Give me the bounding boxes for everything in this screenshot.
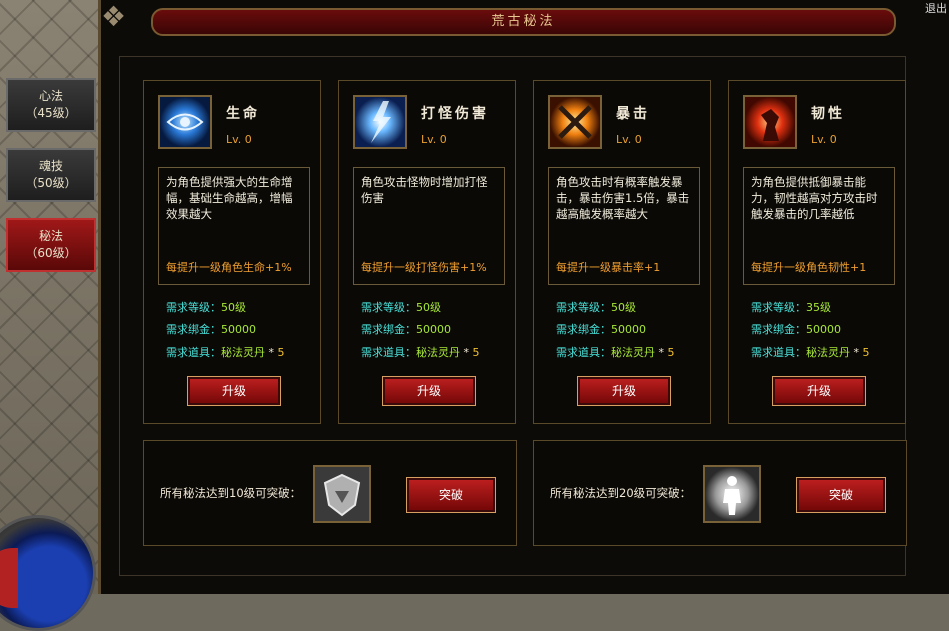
skill-card-toughness: 韧性 Lv. 0 为角色提供抵御暴击能力，韧性越高对方攻击时触发暴击的几率越低 … <box>728 80 906 424</box>
skill-card-crit: 暴击 Lv. 0 角色攻击时有概率触发暴击，暴击伤害1.5倍，暴击越高触发概率越… <box>533 80 711 424</box>
crossed-axes-icon <box>548 95 602 149</box>
req-item: 需求道具：秘法灵丹 * 5 <box>751 346 870 359</box>
req-level: 需求等级：50级 <box>361 301 441 314</box>
req-gold: 需求绑金：50000 <box>751 323 841 336</box>
req-gold: 需求绑金：50000 <box>361 323 451 336</box>
flame-warrior-icon <box>743 95 797 149</box>
skill-description-box: 角色攻击怪物时增加打怪伤害 每提升一级打怪伤害+1% <box>353 167 505 285</box>
tab-label: 魂技 <box>38 159 63 173</box>
upgrade-button[interactable]: 升级 <box>577 376 671 406</box>
mifa-window: ❖ 荒古秘法 退出 生命 Lv. 0 为角色提供强大的生命增幅，基础生命越高，增… <box>98 0 949 594</box>
skill-name: 暴击 <box>616 106 650 122</box>
tab-level: （60级） <box>25 246 77 260</box>
req-item: 需求道具：秘法灵丹 * 5 <box>166 346 285 359</box>
glowing-figure-icon <box>703 465 761 523</box>
close-button[interactable]: 退出 <box>907 0 947 18</box>
breakthrough-button[interactable]: 突破 <box>406 477 496 513</box>
breakthrough-button[interactable]: 突破 <box>796 477 886 513</box>
skill-increment: 每提升一级打怪伤害+1% <box>361 261 487 274</box>
tab-xinfa[interactable]: 心法 （45级） <box>6 78 96 132</box>
skill-description: 为角色提供强大的生命增幅，基础生命越高，增幅效果越大 <box>166 175 293 221</box>
breakthrough-panel-20: 所有秘法达到20级可突破： 突破 <box>533 440 907 546</box>
skill-name: 韧性 <box>811 106 845 122</box>
skill-name: 生命 <box>226 106 260 122</box>
skill-level: Lv. 0 <box>421 133 447 146</box>
upgrade-button[interactable]: 升级 <box>187 376 281 406</box>
upgrade-button[interactable]: 升级 <box>382 376 476 406</box>
shield-emblem-icon <box>313 465 371 523</box>
req-gold: 需求绑金：50000 <box>166 323 256 336</box>
skill-name: 打怪伤害 <box>421 106 489 122</box>
lightning-icon <box>353 95 407 149</box>
tab-label: 秘法 <box>38 229 63 243</box>
breakthrough-label: 所有秘法达到10级可突破： <box>160 486 302 500</box>
req-item: 需求道具：秘法灵丹 * 5 <box>556 346 675 359</box>
breakthrough-label: 所有秘法达到20级可突破： <box>550 486 692 500</box>
skill-increment: 每提升一级暴击率+1 <box>556 261 661 274</box>
skill-description-box: 为角色提供强大的生命增幅，基础生命越高，增幅效果越大 每提升一级角色生命+1% <box>158 167 310 285</box>
tab-level: （50级） <box>25 176 77 190</box>
skill-card-monster-damage: 打怪伤害 Lv. 0 角色攻击怪物时增加打怪伤害 每提升一级打怪伤害+1% 需求… <box>338 80 516 424</box>
tab-label: 心法 <box>38 89 63 103</box>
skill-description-box: 为角色提供抵御暴击能力，韧性越高对方攻击时触发暴击的几率越低 每提升一级角色韧性… <box>743 167 895 285</box>
skill-description: 为角色提供抵御暴击能力，韧性越高对方攻击时触发暴击的几率越低 <box>751 175 878 221</box>
req-level: 需求等级：35级 <box>751 301 831 314</box>
tab-mifa[interactable]: 秘法 （60级） <box>6 218 96 272</box>
skill-description: 角色攻击时有概率触发暴击，暴击伤害1.5倍，暴击越高触发概率越大 <box>556 175 690 221</box>
window-title: 荒古秘法 <box>151 8 896 36</box>
skill-description-box: 角色攻击时有概率触发暴击，暴击伤害1.5倍，暴击越高触发概率越大 每提升一级暴击… <box>548 167 700 285</box>
req-level: 需求等级：50级 <box>556 301 636 314</box>
req-level: 需求等级：50级 <box>166 301 246 314</box>
skill-increment: 每提升一级角色韧性+1 <box>751 261 867 274</box>
req-gold: 需求绑金：50000 <box>556 323 646 336</box>
tab-hunji[interactable]: 魂技 （50级） <box>6 148 96 202</box>
skill-increment: 每提升一级角色生命+1% <box>166 261 292 274</box>
skill-level: Lv. 0 <box>811 133 837 146</box>
breakthrough-panel-10: 所有秘法达到10级可突破： 突破 <box>143 440 517 546</box>
eye-icon <box>158 95 212 149</box>
skill-description: 角色攻击怪物时增加打怪伤害 <box>361 175 488 205</box>
skill-level: Lv. 0 <box>616 133 642 146</box>
skill-card-life: 生命 Lv. 0 为角色提供强大的生命增幅，基础生命越高，增幅效果越大 每提升一… <box>143 80 321 424</box>
upgrade-button[interactable]: 升级 <box>772 376 866 406</box>
tab-level: （45级） <box>25 106 77 120</box>
skill-level: Lv. 0 <box>226 133 252 146</box>
req-item: 需求道具：秘法灵丹 * 5 <box>361 346 480 359</box>
